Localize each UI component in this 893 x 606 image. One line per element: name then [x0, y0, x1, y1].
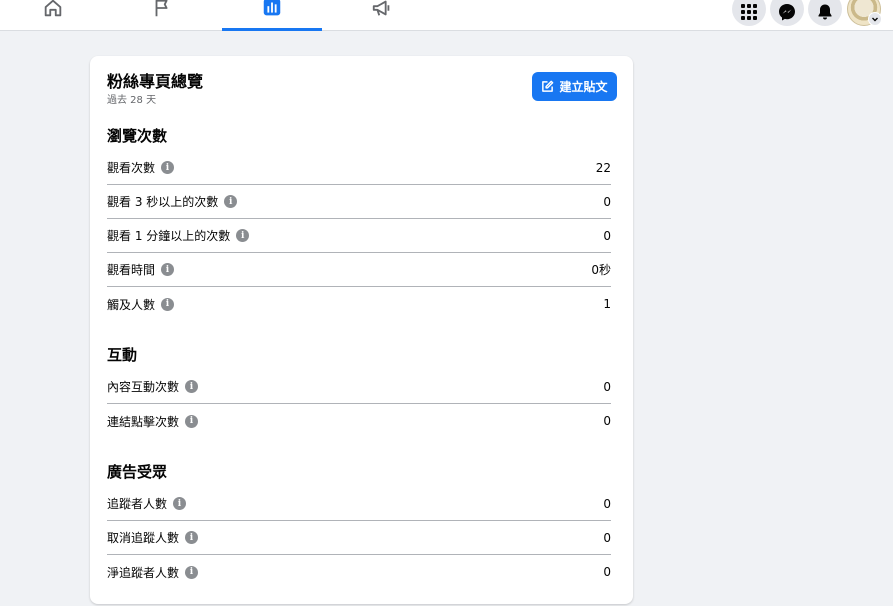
edit-icon	[542, 80, 554, 92]
messenger-button[interactable]	[770, 0, 804, 26]
metric-label: 觀看時間	[107, 263, 156, 277]
metric-row: 取消追蹤人數 i 0	[107, 521, 611, 555]
chevron-down-icon	[872, 17, 878, 22]
metric-label: 觀看次數	[107, 161, 156, 175]
flag-icon	[155, 0, 168, 17]
date-range-label: 過去 28 天	[107, 95, 157, 106]
metric-value: 22	[595, 160, 611, 175]
info-icon[interactable]: i	[224, 195, 238, 208]
info-icon[interactable]: i	[173, 497, 187, 510]
messenger-icon	[779, 4, 795, 21]
metric-row: 觀看 1 分鐘以上的次數 i 0	[107, 219, 611, 253]
info-icon[interactable]: i	[161, 161, 175, 174]
section-title-engagement: 互動	[107, 346, 138, 364]
tab-pages[interactable]	[112, 0, 212, 31]
metric-label: 觀看 1 分鐘以上的次數	[107, 229, 231, 243]
tab-ads[interactable]	[332, 0, 432, 31]
metric-label: 觀看 3 秒以上的次數	[107, 195, 219, 209]
metric-value: 1	[603, 297, 611, 311]
metric-value: 0	[603, 565, 611, 579]
metric-label: 淨追蹤者人數	[107, 565, 180, 580]
metric-value: 0	[603, 530, 611, 545]
page-overview-card: 粉絲專頁總覽 過去 28 天 建立貼文 瀏覽次數 觀看次數 i 22 觀看 3 秒…	[90, 56, 633, 604]
metric-label: 內容互動次數	[107, 380, 180, 394]
tab-insights[interactable]	[222, 0, 322, 31]
metric-value: 0	[603, 496, 611, 511]
metric-row: 連結點擊次數 i 0	[107, 404, 611, 438]
metric-row: 觀看 3 秒以上的次數 i 0	[107, 185, 611, 219]
bar-chart-icon	[263, 0, 281, 16]
metric-row: 內容互動次數 i 0	[107, 370, 611, 404]
metric-row: 淨追蹤者人數 i 0	[107, 555, 611, 589]
metric-value: 0	[603, 379, 611, 394]
bell-icon	[818, 4, 832, 20]
section-title-views: 瀏覽次數	[107, 127, 168, 145]
notifications-button[interactable]	[808, 0, 842, 26]
create-post-label: 建立貼文	[559, 80, 608, 94]
info-icon[interactable]: i	[185, 565, 199, 579]
home-icon	[44, 0, 62, 17]
info-icon[interactable]: i	[185, 531, 199, 544]
card-title: 粉絲專頁總覽	[107, 72, 204, 91]
create-post-button[interactable]: 建立貼文	[532, 72, 617, 101]
info-icon[interactable]: i	[185, 414, 199, 428]
info-icon[interactable]: i	[161, 263, 175, 276]
metric-label: 連結點擊次數	[107, 414, 180, 429]
account-menu-button[interactable]	[868, 12, 882, 26]
metric-label: 取消追蹤人數	[107, 531, 180, 545]
metric-label: 追蹤者人數	[107, 497, 168, 511]
tab-home[interactable]	[3, 0, 103, 31]
metric-value: 0	[603, 228, 611, 243]
section-title-audience: 廣告受眾	[107, 463, 168, 481]
metric-value: 0	[603, 194, 611, 209]
megaphone-icon	[372, 0, 390, 16]
metric-value: 0	[603, 414, 611, 428]
info-icon[interactable]: i	[236, 229, 250, 242]
metric-value: 0秒	[591, 263, 611, 277]
grid-menu-icon	[741, 4, 757, 20]
metric-row: 觀看時間 i 0秒	[107, 253, 611, 287]
info-icon[interactable]: i	[185, 380, 199, 393]
metric-row: 觸及人數 i 1	[107, 287, 611, 321]
metric-row: 追蹤者人數 i 0	[107, 487, 611, 521]
info-icon[interactable]: i	[161, 297, 175, 311]
metric-label: 觸及人數	[107, 297, 156, 312]
metric-row: 觀看次數 i 22	[107, 151, 611, 185]
top-navigation-bar	[0, 0, 893, 31]
menu-button[interactable]	[732, 0, 766, 26]
